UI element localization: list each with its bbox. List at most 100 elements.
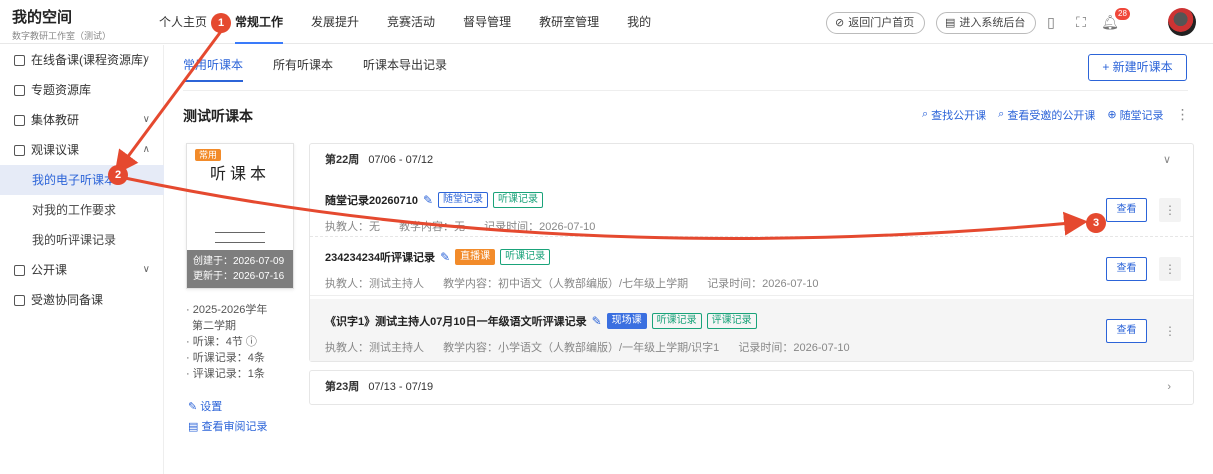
more-options-icon[interactable]: ⋮ xyxy=(1159,319,1181,343)
sidebar: 在线备课(课程资源库) ∨ 专题资源库 集体教研 ∨ 观课议课 ∧ 我的电子听课… xyxy=(0,45,164,474)
record-chip: 现场课 xyxy=(606,313,647,329)
edit-icon: ✎ xyxy=(188,401,198,413)
mobile-icon[interactable]: ▯ xyxy=(1041,12,1061,32)
created-date: 创建于：2026-07-09 xyxy=(193,256,285,267)
backend-button[interactable]: ▤ 进入系统后台 xyxy=(936,12,1037,34)
sidebar-sub-my-records[interactable]: 我的听评课记录 xyxy=(0,225,164,255)
nav-competition[interactable]: 竞赛活动 xyxy=(373,0,449,44)
review-records-link[interactable]: ▤ 查看审阅记录 xyxy=(188,418,267,434)
public-lesson-icon xyxy=(14,264,25,276)
notebook-cover[interactable]: 常用 听课本 创建于：2026-07-09 更新于：2026-07-16 xyxy=(186,143,294,289)
record-chip: 听课记录 xyxy=(651,313,702,329)
view-button[interactable]: 查看 xyxy=(1106,319,1147,343)
chevron-down-icon: ∨ xyxy=(142,54,150,65)
info-term: · 2025-2026学年 xyxy=(186,304,268,316)
collab-icon xyxy=(14,294,25,306)
portal-button[interactable]: ⊘ 返回门户首页 xyxy=(826,12,926,34)
week-label: 第22周 xyxy=(325,154,360,166)
nav-home[interactable]: 个人主页 xyxy=(145,0,221,44)
record-title: 《识字1》测试主持人07月10日一年级语文听评课记录 xyxy=(325,316,587,328)
record-teacher: 执教人：无 xyxy=(325,221,380,233)
record-teacher: 执教人：测试主持人 xyxy=(325,342,424,354)
top-header: 我的空间 数字教研工作室（测试） 个人主页 常规工作 发展提升 竞赛活动 督导管… xyxy=(0,0,1213,44)
new-notebook-button[interactable]: + 新建听课本 xyxy=(1088,54,1187,81)
record-content: 教学内容：初中语文（人教部编版）/七年级上学期 xyxy=(443,278,689,290)
record-chip: 听课记录 xyxy=(500,249,551,265)
sidebar-item-public-lessons[interactable]: 公开课 ∨ xyxy=(0,255,164,285)
week-range: 07/06 - 07/12 xyxy=(368,154,434,166)
nav-development[interactable]: 发展提升 xyxy=(297,0,373,44)
nav-research-office[interactable]: 教研室管理 xyxy=(525,0,613,44)
record-content: 教学内容：无 xyxy=(399,221,466,233)
tab-export-records[interactable]: 听课本导出记录 xyxy=(363,56,447,80)
page-actions: ⌕ 查找公开课 ⌕ 查看受邀的公开课 ⊕ 随堂记录 ⋮ xyxy=(922,106,1190,123)
notebook-cover-title: 听课本 xyxy=(209,164,270,183)
record-chip: 评课记录 xyxy=(706,313,757,329)
sidebar-sub-my-notebook[interactable]: 我的电子听课本 xyxy=(0,165,164,195)
updated-date: 更新于：2026-07-16 xyxy=(193,271,285,282)
week-header[interactable]: 第22周 07/06 - 07/12 ∨ xyxy=(310,144,1193,176)
week-header[interactable]: 第23周 07/13 - 07/19 › xyxy=(310,371,1193,403)
invited-public-lesson-link[interactable]: ⌕ 查看受邀的公开课 xyxy=(998,107,1095,123)
tab-all-notebooks[interactable]: 所有听课本 xyxy=(273,56,333,80)
brand-subtitle: 数字教研工作室（测试） xyxy=(12,31,112,41)
more-options-icon[interactable]: ⋮ xyxy=(1159,198,1181,222)
nav-routine-work[interactable]: 常规工作 xyxy=(221,0,297,44)
cover-line xyxy=(215,242,265,243)
record-time: 记录时间：2026-07-10 xyxy=(707,278,819,290)
nav-mine[interactable]: 我的 xyxy=(613,0,665,44)
backend-button-label: 进入系统后台 xyxy=(959,17,1026,29)
tab-divider xyxy=(183,90,1188,91)
sidebar-sub-work-requirements[interactable]: 对我的工作要求 xyxy=(0,195,164,225)
add-classroom-record-link[interactable]: ⊕ 随堂记录 xyxy=(1107,107,1163,123)
more-options-icon[interactable]: ⋮ xyxy=(1159,257,1181,281)
find-public-lesson-label: 查找公开课 xyxy=(931,109,987,122)
search-doc-icon: ⌕ xyxy=(922,108,929,120)
record-chip: 随堂记录 xyxy=(438,192,489,208)
sidebar-item-label: 公开课 xyxy=(31,263,68,277)
chevron-up-icon: ∧ xyxy=(142,144,150,155)
find-public-lesson-link[interactable]: ⌕ 查找公开课 xyxy=(922,107,986,123)
view-button[interactable]: 查看 xyxy=(1106,257,1147,281)
record-chip: 直播课 xyxy=(455,249,496,265)
sidebar-item-invited-prep[interactable]: 受邀协同备课 xyxy=(0,285,164,315)
chevron-down-icon: ∨ xyxy=(142,114,150,125)
record-item[interactable]: 随堂记录20260710 ✎ 随堂记录 听课记录 执教人：无 教学内容：无 记录… xyxy=(310,183,1193,237)
annotation-marker-1: 1 xyxy=(211,13,231,33)
record-chip: 听课记录 xyxy=(493,192,544,208)
observe-icon xyxy=(14,144,25,156)
add-classroom-record-label: 随堂记录 xyxy=(1119,109,1164,122)
sidebar-item-online-prep[interactable]: 在线备课(课程资源库) ∨ xyxy=(0,45,164,75)
settings-link[interactable]: ✎ 设置 xyxy=(188,398,222,414)
record-time: 记录时间：2026-07-10 xyxy=(484,221,596,233)
sidebar-item-topic-library[interactable]: 专题资源库 xyxy=(0,75,164,105)
info-semester: 第二学期 xyxy=(192,320,236,332)
brand[interactable]: 我的空间 数字教研工作室（测试） xyxy=(12,6,111,42)
edit-icon[interactable]: ✎ xyxy=(440,250,450,264)
chevron-down-icon: ∨ xyxy=(1162,154,1171,166)
doc-icon xyxy=(14,54,25,66)
sidebar-item-group-research[interactable]: 集体教研 ∨ xyxy=(0,105,164,135)
edit-icon[interactable]: ✎ xyxy=(423,193,433,207)
avatar[interactable] xyxy=(1168,8,1196,36)
record-teacher: 执教人：测试主持人 xyxy=(325,278,424,290)
info-review-records: · 评课记录：1条 xyxy=(186,368,265,380)
invited-public-lesson-label: 查看受邀的公开课 xyxy=(1007,109,1096,122)
info-listen-records: · 听课记录：4条 xyxy=(186,352,265,364)
nav-supervision[interactable]: 督导管理 xyxy=(449,0,525,44)
more-options-icon[interactable]: ⋮ xyxy=(1176,106,1190,123)
backend-icon: ▤ xyxy=(945,17,956,29)
edit-icon[interactable]: ✎ xyxy=(592,314,602,328)
tab-bar: 常用听课本 所有听课本 听课本导出记录 xyxy=(183,56,447,82)
fullscreen-icon[interactable]: ⛶ xyxy=(1071,12,1091,32)
brand-title: 我的空间 xyxy=(12,9,73,26)
sidebar-item-observe-lessons[interactable]: 观课议课 ∧ xyxy=(0,135,164,165)
view-button[interactable]: 查看 xyxy=(1106,198,1147,222)
sidebar-item-label: 集体教研 xyxy=(31,113,80,127)
chevron-right-icon: › xyxy=(1167,381,1171,393)
record-item[interactable]: 《识字1》测试主持人07月10日一年级语文听评课记录 ✎ 现场课 听课记录 评课… xyxy=(310,299,1193,361)
tab-common-notebook[interactable]: 常用听课本 xyxy=(183,56,244,82)
library-icon xyxy=(14,84,25,96)
record-item[interactable]: 234234234听评课记录 ✎ 直播课 听课记录 执教人：测试主持人 教学内容… xyxy=(310,240,1193,296)
group-icon xyxy=(14,114,25,126)
